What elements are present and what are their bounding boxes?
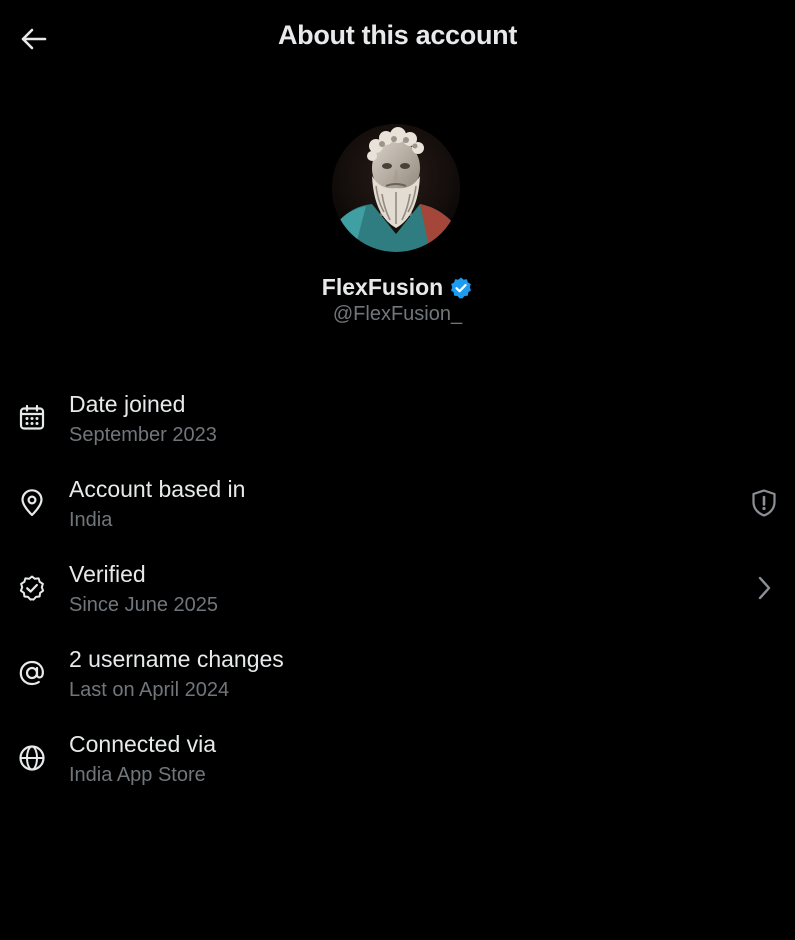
calendar-icon bbox=[16, 402, 48, 434]
page-title: About this account bbox=[277, 20, 518, 50]
connected-via-row: Connected via India App Store bbox=[0, 722, 795, 807]
verified-badge-icon bbox=[449, 276, 473, 300]
at-sign-icon bbox=[16, 657, 48, 689]
row-subtitle: September 2023 bbox=[69, 424, 217, 446]
profile-name-row: FlexFusion bbox=[0, 274, 795, 301]
username-handle: @FlexFusion_ bbox=[332, 303, 463, 325]
row-title: Account based in bbox=[69, 476, 246, 502]
account-info-list: Date joined September 2023 Account based… bbox=[0, 382, 795, 807]
marble-bust-avatar bbox=[332, 124, 460, 252]
account-based-in-row: Account based in India bbox=[0, 467, 795, 552]
row-title: Verified bbox=[69, 561, 146, 587]
row-subtitle: Since June 2025 bbox=[69, 594, 219, 616]
row-title: 2 username changes bbox=[69, 646, 284, 672]
location-pin-icon bbox=[16, 487, 48, 519]
display-name: FlexFusion bbox=[321, 274, 444, 300]
row-subtitle: India bbox=[69, 509, 113, 531]
avatar[interactable] bbox=[332, 124, 460, 252]
row-title: Date joined bbox=[69, 391, 186, 417]
top-bar: About this account bbox=[0, 0, 795, 78]
verified-check-icon bbox=[16, 572, 48, 604]
row-subtitle: India App Store bbox=[69, 764, 206, 786]
chevron-right-icon[interactable] bbox=[749, 572, 779, 604]
globe-icon bbox=[16, 742, 48, 774]
row-subtitle: Last on April 2024 bbox=[69, 679, 230, 701]
username-changes-row: 2 username changes Last on April 2024 bbox=[0, 637, 795, 722]
verified-row[interactable]: Verified Since June 2025 bbox=[0, 552, 795, 637]
shield-alert-icon[interactable] bbox=[749, 487, 779, 519]
date-joined-row: Date joined September 2023 bbox=[0, 382, 795, 467]
row-title: Connected via bbox=[69, 731, 217, 757]
